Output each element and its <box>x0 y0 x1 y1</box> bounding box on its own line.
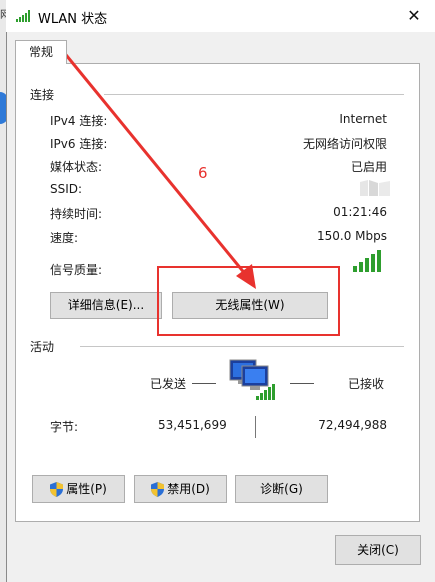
wifi-signal-icon <box>16 10 30 22</box>
activity-section-title: 活动 <box>30 340 55 354</box>
network-computers-icon <box>229 359 275 400</box>
properties-button-label: 属性(P) <box>66 482 107 496</box>
connection-separator <box>104 94 404 95</box>
window-title: WLAN 状态 <box>38 12 108 27</box>
details-button[interactable]: 详细信息(E)... <box>50 292 162 319</box>
close-button[interactable]: 关闭(C) <box>335 535 421 565</box>
close-window-button[interactable]: ✕ <box>397 2 431 30</box>
tab-general[interactable]: 常规 <box>15 40 67 64</box>
bytes-sent-value: 53,451,699 <box>158 418 227 432</box>
ipv4-label: IPv4 连接: <box>50 114 108 128</box>
ipv4-value: Internet <box>339 112 387 126</box>
activity-separator <box>80 346 404 347</box>
bytes-label: 字节: <box>50 420 79 434</box>
ssid-label: SSID: <box>50 182 83 196</box>
properties-button[interactable]: 属性(P) <box>32 475 125 503</box>
disable-button-label: 禁用(D) <box>167 482 210 496</box>
uac-shield-icon <box>151 482 165 497</box>
disable-button[interactable]: 禁用(D) <box>134 475 227 503</box>
sent-line <box>192 383 216 384</box>
ipv6-label: IPv6 连接: <box>50 137 108 151</box>
media-state-value: 已启用 <box>350 160 387 174</box>
wireless-properties-button[interactable]: 无线属性(W) <box>172 292 328 319</box>
annotation-step-number: 6 <box>198 164 208 182</box>
diagnose-button[interactable]: 诊断(G) <box>235 475 328 503</box>
bytes-divider <box>255 416 256 438</box>
duration-value: 01:21:46 <box>333 205 387 219</box>
media-state-label: 媒体状态: <box>50 160 103 174</box>
signal-strength-icon <box>353 250 381 272</box>
received-line <box>290 383 314 384</box>
signal-quality-label: 信号质量: <box>50 263 103 277</box>
duration-label: 持续时间: <box>50 207 103 221</box>
ipv6-value: 无网络访问权限 <box>302 137 387 151</box>
speed-value: 150.0 Mbps <box>316 229 387 243</box>
sent-label: 已发送 <box>150 377 187 391</box>
uac-shield-icon <box>50 482 64 497</box>
connection-section-title: 连接 <box>30 88 55 102</box>
ssid-value-redacted <box>360 180 390 196</box>
speed-label: 速度: <box>50 231 79 245</box>
bytes-received-value: 72,494,988 <box>318 418 387 432</box>
received-label: 已接收 <box>348 377 385 391</box>
